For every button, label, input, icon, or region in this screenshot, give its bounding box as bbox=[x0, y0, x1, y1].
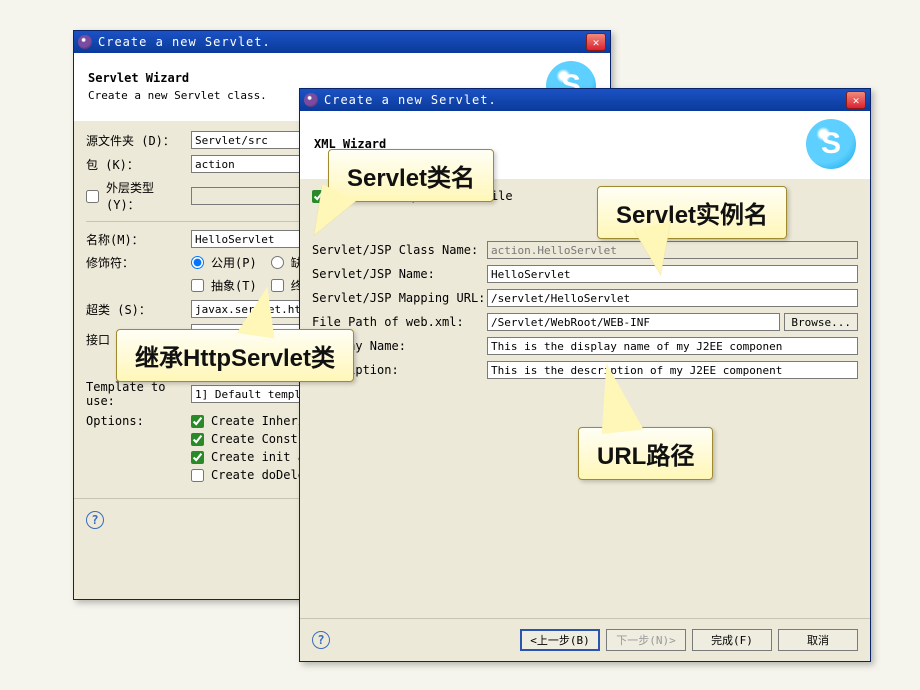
opt-init-checkbox[interactable] bbox=[191, 451, 204, 464]
wizard-title: Servlet Wizard bbox=[88, 71, 267, 85]
label-mapping-url: Servlet/JSP Mapping URL: bbox=[312, 291, 487, 305]
label-modifiers: 修饰符： bbox=[86, 254, 191, 271]
callout-extends: 继承HttpServlet类 bbox=[116, 329, 354, 382]
finish-button[interactable]: 完成(F) bbox=[692, 629, 772, 651]
label-name: 名称(M)： bbox=[86, 231, 191, 248]
titlebar[interactable]: Create a new Servlet. ✕ bbox=[74, 31, 610, 53]
callout-instance-name: Servlet实例名 bbox=[597, 186, 787, 239]
dialog2-footer: ? <上一步(B) 下一步(N)> 完成(F) 取消 bbox=[300, 618, 870, 661]
mod-default-radio[interactable] bbox=[271, 256, 284, 269]
close-icon[interactable]: ✕ bbox=[586, 33, 606, 51]
help-icon[interactable]: ? bbox=[312, 631, 330, 649]
next-button: 下一步(N)> bbox=[606, 629, 686, 651]
help-icon[interactable]: ? bbox=[86, 511, 104, 529]
label-package: 包 (K)： bbox=[86, 156, 191, 173]
display-name-input[interactable] bbox=[487, 337, 858, 355]
mod-abstract-checkbox[interactable] bbox=[191, 279, 204, 292]
eclipse-icon bbox=[304, 93, 318, 107]
label-servlet-name: Servlet/JSP Name: bbox=[312, 267, 487, 281]
label-options: Options: bbox=[86, 414, 191, 428]
cancel-button[interactable]: 取消 bbox=[778, 629, 858, 651]
title-text: Create a new Servlet. bbox=[324, 93, 846, 107]
mod-public-label: 公用(P) bbox=[211, 254, 257, 271]
callout-class-name: Servlet类名 bbox=[328, 149, 494, 202]
enclosing-type-checkbox[interactable] bbox=[86, 190, 99, 203]
callout-url-path: URL路径 bbox=[578, 427, 713, 480]
servlet-icon: S bbox=[806, 119, 856, 169]
titlebar[interactable]: Create a new Servlet. ✕ bbox=[300, 89, 870, 111]
label-file-path: File Path of web.xml: bbox=[312, 315, 487, 329]
close-icon[interactable]: ✕ bbox=[846, 91, 866, 109]
title-text: Create a new Servlet. bbox=[98, 35, 586, 49]
wizard-desc: Create a new Servlet class. bbox=[88, 89, 267, 102]
label-enclosing-type[interactable]: 外层类型 (Y)： bbox=[86, 179, 191, 213]
label-src-folder: 源文件夹 (D)： bbox=[86, 132, 191, 149]
mapping-url-input[interactable] bbox=[487, 289, 858, 307]
browse-button[interactable]: Browse... bbox=[784, 313, 858, 331]
callout-url-path-tail bbox=[594, 360, 643, 434]
label-class-name: Servlet/JSP Class Name: bbox=[312, 243, 487, 257]
back-button[interactable]: <上一步(B) bbox=[520, 629, 600, 651]
file-path-input[interactable] bbox=[487, 313, 780, 331]
opt-inherited-checkbox[interactable] bbox=[191, 415, 204, 428]
opt-constructors-checkbox[interactable] bbox=[191, 433, 204, 446]
callout-extends-tail bbox=[237, 284, 282, 339]
mod-public-radio[interactable] bbox=[191, 256, 204, 269]
opt-dodelete-checkbox[interactable] bbox=[191, 469, 204, 482]
description-input[interactable] bbox=[487, 361, 858, 379]
label-template: Template to use: bbox=[86, 380, 191, 408]
label-superclass: 超类 (S)： bbox=[86, 301, 191, 318]
eclipse-icon bbox=[78, 35, 92, 49]
